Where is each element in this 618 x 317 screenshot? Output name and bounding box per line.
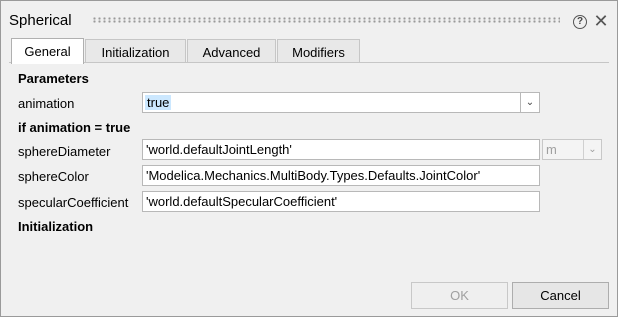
unit-select[interactable]: m ⌄: [542, 139, 602, 160]
dialog-window: Spherical ? ✕ General Initialization Adv…: [0, 0, 618, 317]
close-icon[interactable]: ✕: [593, 11, 609, 31]
help-icon[interactable]: ?: [573, 15, 587, 29]
animation-label: animation: [18, 96, 75, 111]
sphere-color-label: sphereColor: [18, 169, 89, 184]
unit-chevron-down-icon[interactable]: ⌄: [583, 140, 601, 159]
tab-general[interactable]: General: [11, 38, 84, 64]
unit-value: m: [546, 142, 557, 157]
tab-bar: General Initialization Advanced Modifier…: [9, 38, 609, 64]
sphere-diameter-label: sphereDiameter: [18, 144, 111, 159]
ok-button[interactable]: OK: [411, 282, 508, 309]
title-bar[interactable]: Spherical ? ✕: [1, 1, 617, 35]
animation-value: true: [145, 95, 172, 110]
section-if-animation: if animation = true: [18, 120, 131, 135]
section-initialization: Initialization: [18, 219, 94, 234]
tab-advanced[interactable]: Advanced: [187, 39, 276, 63]
sphere-color-field[interactable]: 'Modelica.Mechanics.MultiBody.Types.Defa…: [142, 165, 540, 186]
specular-coefficient-field[interactable]: 'world.defaultSpecularCoefficient': [142, 191, 540, 212]
tab-modifiers[interactable]: Modifiers: [277, 39, 360, 63]
chevron-down-icon[interactable]: ⌄: [520, 92, 540, 113]
specular-coefficient-label: specularCoefficient: [18, 195, 129, 210]
drag-grip[interactable]: [92, 17, 560, 23]
sphere-diameter-field[interactable]: 'world.defaultJointLength': [142, 139, 540, 160]
section-parameters: Parameters: [18, 71, 89, 86]
window-title: Spherical: [9, 12, 72, 29]
cancel-button[interactable]: Cancel: [512, 282, 609, 309]
tab-initialization[interactable]: Initialization: [85, 39, 186, 63]
animation-select[interactable]: true: [142, 92, 521, 113]
